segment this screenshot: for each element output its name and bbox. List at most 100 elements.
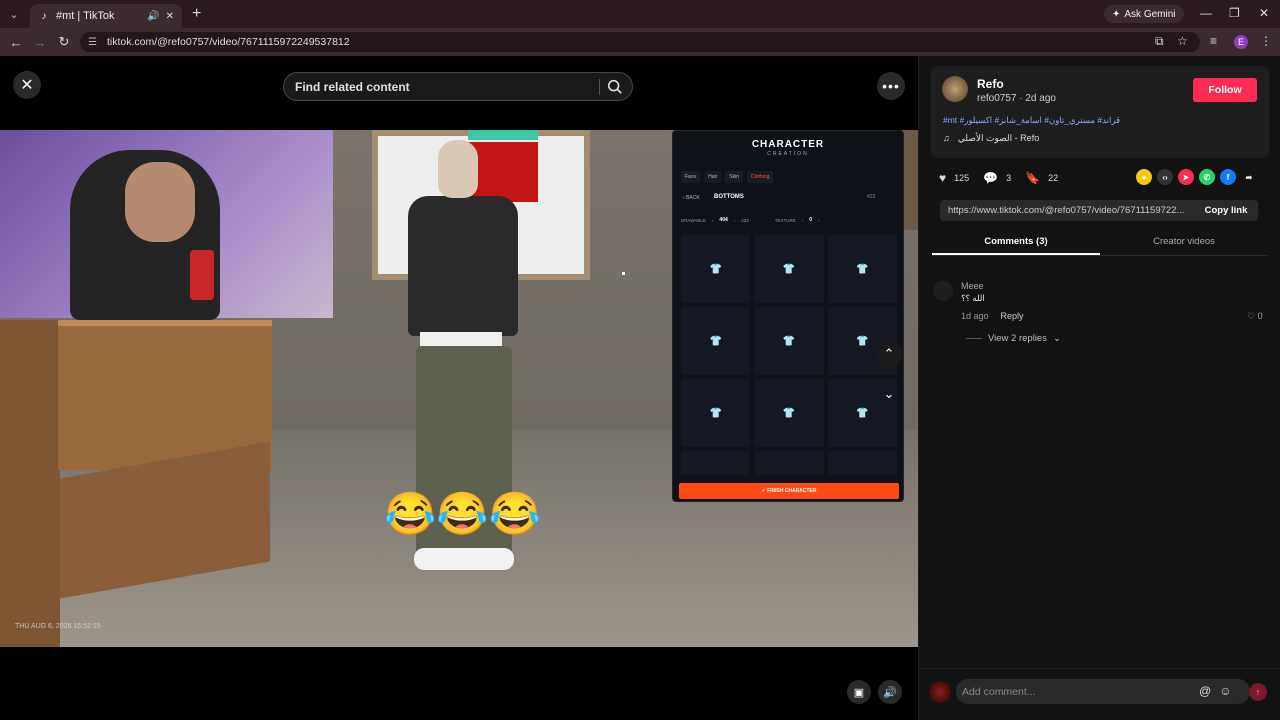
- post-link: https://www.tiktok.com/@refo0757/video/7…: [948, 205, 1185, 216]
- follow-button[interactable]: Follow: [1193, 78, 1257, 102]
- mouse-cursor: [622, 272, 625, 275]
- sound-name: الصوت الأصلي - Refo: [957, 133, 1040, 143]
- commenter-name[interactable]: Meee: [961, 281, 984, 291]
- embed-icon[interactable]: ‹›: [1157, 169, 1173, 185]
- mention-icon[interactable]: @: [1199, 684, 1211, 698]
- cc-tab-face: Face: [681, 171, 701, 183]
- url-text: tiktok.com/@refo0757/video/7671115972249…: [106, 36, 350, 48]
- related-search-input[interactable]: Find related content: [283, 72, 633, 101]
- copy-link-field[interactable]: https://www.tiktok.com/@refo0757/video/7…: [940, 200, 1258, 221]
- cc-texture-value: 0: [809, 217, 813, 223]
- copy-link-button[interactable]: Copy link: [1194, 200, 1258, 221]
- post-hashtags[interactable]: #mt #قراند# مستري_تاون# اسامة_شابز# اكسي…: [943, 115, 1120, 126]
- install-app-icon[interactable]: ⧉: [1155, 34, 1164, 49]
- more-options-button[interactable]: •••: [877, 72, 905, 100]
- like-count: 125: [954, 173, 970, 183]
- send-to-friend-icon[interactable]: ➤: [1178, 169, 1194, 185]
- address-bar-row: ← → ↻ ☰ tiktok.com/@refo0757/video/76711…: [0, 28, 1280, 56]
- next-video-button[interactable]: ⌄: [876, 381, 902, 407]
- profile-avatar[interactable]: E: [1234, 35, 1248, 49]
- media-queue-icon[interactable]: ≡: [1210, 34, 1217, 48]
- previous-video-button[interactable]: ⌃: [876, 341, 902, 367]
- site-info-icon[interactable]: ☰: [88, 37, 97, 48]
- tab-title: #mt | TikTok: [56, 10, 115, 22]
- volume-icon[interactable]: 🔊: [878, 680, 902, 704]
- bookmark-icon: 🔖: [1025, 171, 1041, 185]
- save-count: 22: [1048, 173, 1059, 183]
- cc-drawable-row: DRAWABLE ‹ 404 › 433 TEXTURE ‹ 0 ›: [681, 217, 820, 223]
- cc-item-grid: 👕 👕 👕 👕 👕 👕 👕 👕 👕 👕 👕 👕: [681, 235, 897, 475]
- cc-tabs: Face Hair Skin Clothing: [681, 171, 774, 183]
- video-player-area: ✕ Find related content ••• 😂😂😂 THU AUG 6…: [0, 56, 918, 720]
- cc-shirt-icon: 👕: [681, 379, 751, 447]
- author-avatar[interactable]: [942, 76, 968, 102]
- author-name[interactable]: Refo: [977, 77, 1004, 91]
- cc-finish-button: ✓ FINISH CHARACTER: [679, 483, 899, 499]
- commenter-avatar[interactable]: [933, 281, 953, 301]
- ask-gemini-button[interactable]: ✦ Ask Gemini: [1104, 5, 1184, 23]
- minimize-icon[interactable]: —: [1200, 6, 1212, 20]
- new-tab-icon[interactable]: +: [192, 5, 201, 23]
- gemini-sparkle-icon: ✦: [1112, 8, 1121, 20]
- post-age: 2d ago: [1025, 93, 1056, 104]
- user-avatar: [929, 681, 951, 703]
- comment-button[interactable]: 💬 3: [983, 171, 1011, 185]
- bookmark-star-icon[interactable]: ☆: [1177, 34, 1188, 48]
- reload-icon[interactable]: ↻: [52, 34, 76, 50]
- browser-tab[interactable]: ♪ #mt | TikTok 🔊 ✕: [30, 4, 182, 28]
- share-options: ● ‹› ➤ ✆ f ➦: [1136, 169, 1257, 185]
- video-timestamp: THU AUG 6, 2026 15:52:15: [15, 623, 101, 630]
- cc-shirt-icon: 👕: [681, 307, 751, 375]
- search-placeholder: Find related content: [295, 79, 410, 94]
- replies-divider: [966, 338, 982, 339]
- cc-shirt-icon: 👕: [754, 451, 824, 475]
- pip-icon[interactable]: ▣: [847, 680, 871, 704]
- post-sound[interactable]: ♫ الصوت الأصلي - Refo: [943, 133, 1039, 144]
- send-comment-button[interactable]: ↑: [1249, 683, 1267, 701]
- share-arrow-icon[interactable]: ➦: [1241, 169, 1257, 185]
- search-icon[interactable]: [606, 78, 624, 96]
- audio-icon[interactable]: 🔊: [147, 11, 159, 22]
- comment-like-button[interactable]: ♡ 0: [1247, 311, 1263, 322]
- view-replies-button[interactable]: View 2 replies ⌄: [966, 333, 1061, 344]
- back-icon[interactable]: ←: [4, 35, 28, 50]
- coin-icon[interactable]: ●: [1136, 169, 1152, 185]
- forward-icon[interactable]: →: [28, 35, 52, 50]
- composer-icons: @ ☺: [1199, 684, 1231, 698]
- side-panel: Refo refo0757 · 2d ago Follow #mt #قراند…: [918, 56, 1280, 720]
- facebook-icon[interactable]: f: [1220, 169, 1236, 185]
- add-comment-placeholder: Add comment...: [962, 685, 1036, 698]
- close-video-button[interactable]: ✕: [13, 71, 41, 99]
- cc-shirt-icon: 👕: [754, 235, 824, 303]
- cc-tab-skin: Skin: [725, 171, 744, 183]
- cc-back: ‹ BACK: [683, 195, 700, 201]
- tab-comments[interactable]: Comments (3): [932, 232, 1100, 255]
- author-handle[interactable]: refo0757: [977, 93, 1016, 104]
- cc-drawable-label: DRAWABLE: [681, 217, 706, 223]
- author-meta: refo0757 · 2d ago: [977, 93, 1056, 104]
- whatsapp-icon[interactable]: ✆: [1199, 169, 1215, 185]
- cc-shirt-icon: 👕: [827, 451, 897, 475]
- browser-menu-icon[interactable]: ⋮: [1260, 34, 1272, 48]
- ask-gemini-label: Ask Gemini: [1124, 8, 1176, 20]
- view-replies-label: View 2 replies: [988, 333, 1047, 344]
- save-button[interactable]: 🔖 22: [1025, 171, 1058, 185]
- scene-shelf: [0, 320, 60, 647]
- window-close-icon[interactable]: ✕: [1259, 6, 1269, 20]
- cc-title: CHARACTER: [751, 139, 825, 150]
- post-info-card: Refo refo0757 · 2d ago Follow #mt #قراند…: [931, 66, 1269, 158]
- tab-close-icon[interactable]: ✕: [166, 11, 174, 22]
- tab-search-chevron-icon[interactable]: ⌄: [2, 3, 26, 25]
- comment-tabs: Comments (3) Creator videos: [932, 232, 1268, 256]
- cc-count: 433: [867, 194, 876, 200]
- laughing-emojis: 😂😂😂: [384, 490, 541, 537]
- tab-creator-videos[interactable]: Creator videos: [1100, 232, 1268, 255]
- cc-section-title: BOTTOMS: [714, 194, 744, 200]
- cc-shirt-icon: 👕: [754, 307, 824, 375]
- reply-button[interactable]: Reply: [1001, 311, 1024, 321]
- restore-icon[interactable]: ❐: [1229, 6, 1240, 20]
- like-button[interactable]: ♥ 125: [939, 171, 969, 185]
- url-field[interactable]: ☰ tiktok.com/@refo0757/video/76711159722…: [80, 32, 1200, 52]
- cc-drawable-value: 404: [719, 217, 728, 223]
- emoji-icon[interactable]: ☺: [1219, 684, 1231, 698]
